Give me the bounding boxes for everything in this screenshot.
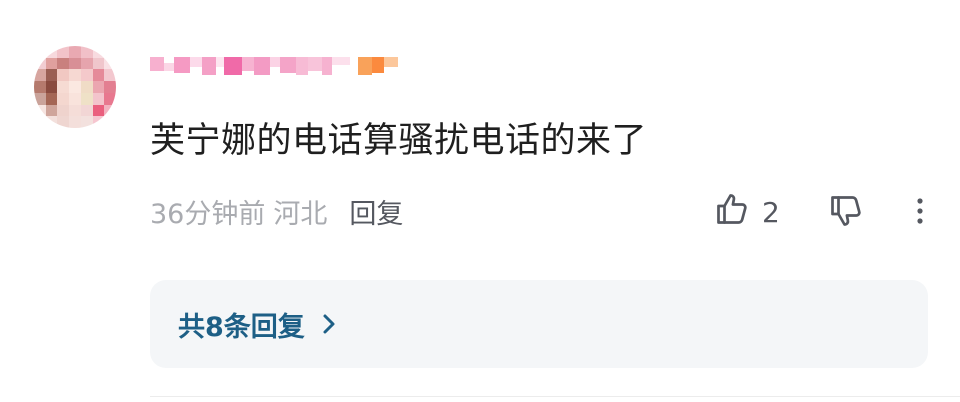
comment-location: 河北: [273, 199, 328, 230]
comment-text: 芙宁娜的电话算骚扰电话的来了: [150, 121, 648, 161]
thumbs-up-icon: [714, 191, 750, 234]
more-vertical-icon: [908, 198, 932, 233]
comment-time: 36分钟前: [150, 199, 266, 230]
comment-meta: 36分钟前 河北 回复: [150, 192, 403, 231]
like-count: 2: [762, 196, 780, 229]
username-pixels: [150, 57, 398, 75]
like-button[interactable]: 2: [714, 191, 780, 234]
dislike-button[interactable]: [828, 193, 864, 233]
view-replies-button[interactable]: 共8条回复: [150, 280, 928, 368]
avatar-pixels: [34, 46, 116, 128]
more-button[interactable]: [908, 193, 932, 233]
chevron-right-icon: [319, 311, 339, 337]
replies-count-link: 共8条回复: [178, 311, 305, 343]
thumbs-down-icon: [828, 196, 864, 233]
reply-button[interactable]: 回复: [349, 192, 403, 231]
username[interactable]: [150, 52, 398, 80]
divider: [150, 396, 960, 397]
avatar[interactable]: [34, 46, 116, 128]
